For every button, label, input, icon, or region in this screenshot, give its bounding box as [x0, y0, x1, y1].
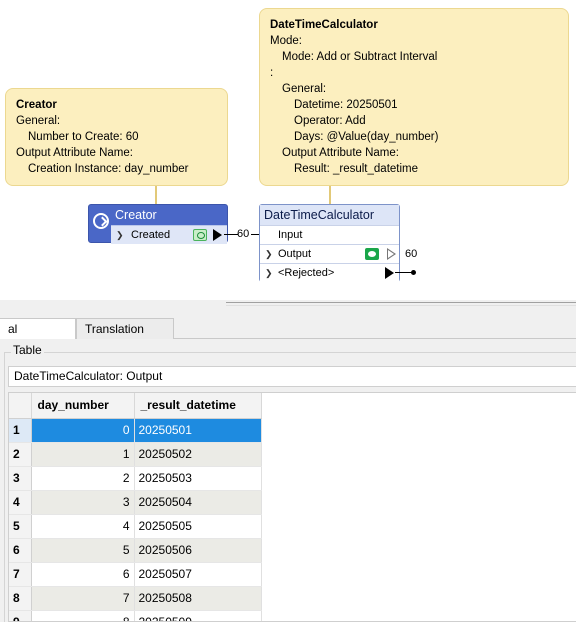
result-datetime-cell[interactable]: 20250504 — [134, 490, 262, 515]
annotation-line: Result: _result_datetime — [294, 163, 419, 175]
column-header-result-datetime[interactable]: _result_datetime — [134, 393, 262, 419]
day-number-cell[interactable]: 1 — [31, 442, 135, 467]
feature-count: 60 — [405, 248, 418, 260]
annotation-line: Output Attribute Name: — [16, 147, 133, 159]
annotation-connector — [329, 186, 331, 204]
annotation-line: General: — [282, 83, 327, 95]
column-header-day-number[interactable]: day_number — [31, 393, 135, 419]
row-number-cell[interactable]: 2 — [9, 442, 32, 467]
feature-count: 60 — [237, 228, 250, 240]
day-number-cell[interactable]: 0 — [31, 418, 135, 443]
annotation-line: Mode: Add or Subtract Interval — [282, 51, 438, 63]
connection-end-dot — [411, 270, 416, 275]
day-number-cell[interactable]: 8 — [31, 610, 135, 621]
output-port-created[interactable]: ❯ Created — [111, 225, 227, 244]
transformer-title: DateTimeCalculator — [260, 205, 399, 225]
row-number-cell[interactable]: 9 — [9, 610, 32, 621]
transformer-title: Creator — [115, 208, 157, 222]
row-number-cell[interactable]: 7 — [9, 562, 32, 587]
row-number-cell[interactable]: 4 — [9, 490, 32, 515]
table-row[interactable]: 9 8 20250509 — [9, 610, 262, 621]
output-port-rejected[interactable]: ❯ <Rejected> — [260, 263, 399, 282]
day-number-cell[interactable]: 3 — [31, 490, 135, 515]
tab-translation-log[interactable]: Translation Log — [76, 318, 174, 356]
preview-panel: Table DateTimeCalculator: Output day_num… — [0, 339, 576, 622]
annotation-title: Creator — [16, 99, 57, 111]
datetimecalculator-annotation[interactable]: DateTimeCalculator Mode: Mode: Add or Su… — [259, 8, 569, 186]
creator-annotation[interactable]: Creator General: Number to Create: 60 Ou… — [5, 88, 228, 186]
data-table[interactable]: day_number _result_datetime 1 0 20250501 2 1… — [9, 393, 262, 621]
annotation-line: Operator: Add — [294, 115, 366, 127]
port-label: Output — [278, 248, 312, 260]
table-row[interactable]: 8 7 20250508 — [9, 586, 262, 611]
day-number-cell[interactable]: 4 — [31, 514, 135, 539]
result-datetime-cell[interactable]: 20250507 — [134, 562, 262, 587]
chevron-down-icon[interactable]: ❯ — [265, 245, 273, 263]
output-port-arrow[interactable] — [213, 229, 222, 241]
result-datetime-cell[interactable]: 20250503 — [134, 466, 262, 491]
table-title-field: DateTimeCalculator: Output — [8, 366, 576, 387]
annotation-line: : — [270, 67, 274, 79]
connection-line[interactable] — [224, 234, 238, 235]
datetimecalculator-transformer[interactable]: DateTimeCalculator Input ❯ Output ❯ <Rej… — [259, 204, 400, 282]
annotation-line: Datetime: 20250501 — [294, 99, 398, 111]
chevron-down-icon[interactable]: ❯ — [265, 264, 273, 282]
row-number-cell[interactable]: 5 — [9, 514, 32, 539]
day-number-cell[interactable]: 5 — [31, 538, 135, 563]
table-row[interactable]: 4 3 20250504 — [9, 490, 262, 515]
day-number-cell[interactable]: 2 — [31, 466, 135, 491]
tab-feature-preview[interactable]: al Preview✕ — [0, 318, 76, 356]
port-label: Input — [278, 229, 303, 241]
chevron-down-icon[interactable]: ❯ — [116, 226, 124, 244]
annotation-line: General: — [16, 115, 61, 127]
data-table-area[interactable]: day_number _result_datetime 1 0 20250501 2 1… — [8, 392, 576, 622]
row-number-cell[interactable]: 3 — [9, 466, 32, 491]
output-port-arrow[interactable] — [387, 248, 396, 260]
tab-bar: al Preview✕ Translation Log — [0, 316, 576, 356]
splitter-handle[interactable] — [226, 302, 576, 306]
group-label: Table — [11, 343, 44, 357]
table-row[interactable]: 5 4 20250505 — [9, 514, 262, 539]
table-row[interactable]: 2 1 20250502 — [9, 442, 262, 467]
eye-icon[interactable] — [193, 229, 207, 241]
workspace-canvas[interactable]: Creator General: Number to Create: 60 Ou… — [0, 0, 576, 300]
table-row[interactable]: 7 6 20250507 — [9, 562, 262, 587]
row-number-cell[interactable]: 6 — [9, 538, 32, 563]
annotation-line: Output Attribute Name: — [282, 147, 399, 159]
table-row[interactable]: 6 5 20250506 — [9, 538, 262, 563]
row-number-cell[interactable]: 1 — [9, 418, 32, 443]
creator-transformer[interactable]: Creator ❯ Created — [88, 204, 228, 244]
result-datetime-cell[interactable]: 20250506 — [134, 538, 262, 563]
day-number-cell[interactable]: 6 — [31, 562, 135, 587]
annotation-line: Creation Instance: day_number — [28, 163, 189, 175]
output-port-arrow[interactable] — [385, 267, 394, 279]
row-number-cell[interactable]: 8 — [9, 586, 32, 611]
port-label: Created — [131, 229, 171, 241]
corner-cell[interactable] — [9, 393, 32, 419]
annotation-line: Mode: — [270, 35, 302, 47]
table-row[interactable]: 3 2 20250503 — [9, 466, 262, 491]
annotation-line: Number to Create: 60 — [28, 131, 139, 143]
result-datetime-cell[interactable]: 20250505 — [134, 514, 262, 539]
day-number-cell[interactable]: 7 — [31, 586, 135, 611]
pane-splitter[interactable] — [0, 300, 576, 316]
port-label: <Rejected> — [278, 267, 335, 279]
annotation-connector — [155, 186, 157, 204]
eye-icon[interactable] — [365, 248, 379, 260]
input-port[interactable]: Input — [260, 225, 399, 244]
annotation-title: DateTimeCalculator — [270, 19, 378, 31]
table-header-row: day_number _result_datetime — [9, 393, 262, 419]
result-datetime-cell[interactable]: 20250508 — [134, 586, 262, 611]
result-datetime-cell[interactable]: 20250501 — [134, 418, 262, 443]
table-row[interactable]: 1 0 20250501 — [9, 418, 262, 443]
output-port-output[interactable]: ❯ Output — [260, 244, 399, 263]
annotation-line: Days: @Value(day_number) — [294, 131, 439, 143]
result-datetime-cell[interactable]: 20250502 — [134, 442, 262, 467]
creator-icon — [93, 213, 109, 229]
result-datetime-cell[interactable]: 20250509 — [134, 610, 262, 621]
